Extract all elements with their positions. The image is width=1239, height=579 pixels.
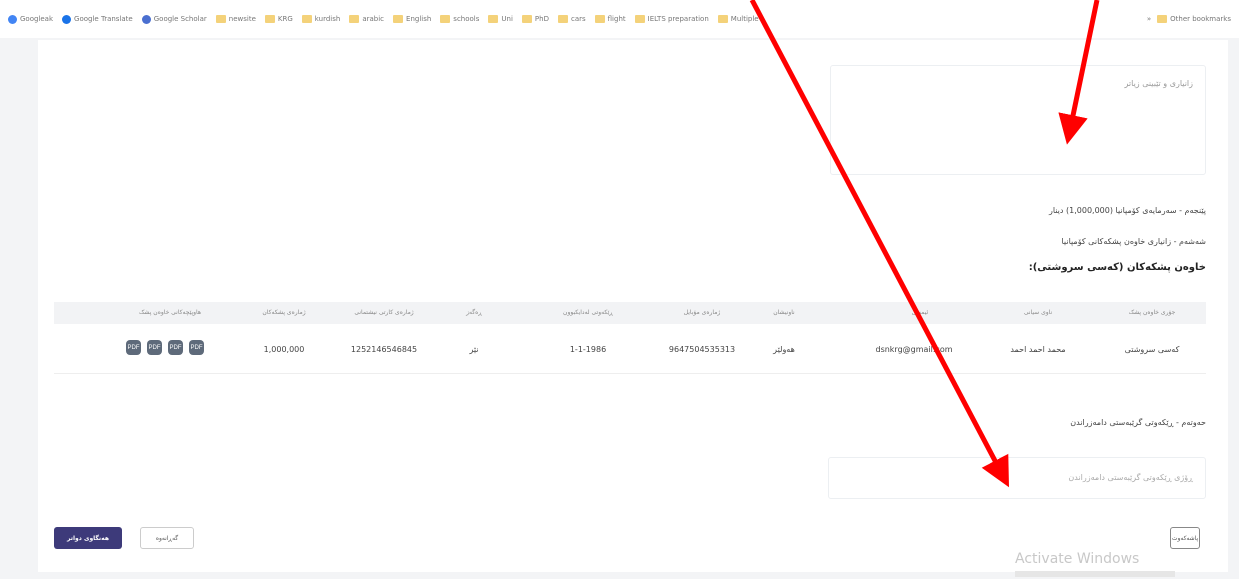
col-header: ئیمەیڵ [911, 309, 929, 316]
bookmark-13[interactable]: IELTS preparation [634, 15, 709, 23]
cell-type: کەسی سروشتی [1124, 345, 1180, 354]
folder-icon [1157, 15, 1168, 23]
watermark-subtext [1015, 571, 1175, 577]
founding-date-input[interactable]: ڕۆژی ڕێکەوتی گرێبەستی دامەزراندن [828, 457, 1206, 499]
cell-birthdate: 1-1-1986 [569, 345, 607, 354]
cell-name: محمد احمد احمد [1010, 345, 1066, 354]
table-header: جۆری خاوەن پشک ناوی سیانی ئیمەیڵ ناونیشا… [54, 302, 1206, 324]
col-header: ڕەگەز [466, 309, 482, 316]
folder-icon [301, 15, 312, 23]
cell-address: هەولێر [773, 345, 795, 354]
bookmark-0[interactable]: Googleak [8, 14, 53, 24]
folder-icon [349, 15, 360, 23]
col-header: ژمارەی کارتی نیشتمانی [354, 309, 414, 316]
row-divider [54, 373, 1206, 374]
cell-national-id: 1252146546845 [350, 345, 418, 354]
folder-icon [594, 15, 605, 23]
col-header: ناوی سیانی [1023, 309, 1053, 316]
bookmark-1[interactable]: Google Translate [62, 14, 133, 24]
scholar-icon [141, 14, 151, 24]
bookmark-4[interactable]: KRG [264, 15, 293, 23]
bookmark-2[interactable]: Google Scholar [141, 14, 207, 24]
folder-icon [521, 15, 532, 23]
cell-mobile: 9647504535313 [668, 345, 736, 354]
attachment-file-button[interactable]: PDF [189, 340, 204, 355]
attachments-actions: PDF PDF PDF PDF [126, 340, 204, 355]
notes-label: زانیاری و تێبینی زیاتر [1124, 79, 1194, 88]
col-header: ناونیشان [773, 309, 795, 316]
activate-windows-watermark: Activate Windows [1015, 551, 1140, 567]
chevron-more-icon[interactable]: » [1147, 15, 1151, 23]
bookmark-other[interactable]: Other bookmarks [1157, 15, 1231, 23]
founding-date-placeholder: ڕۆژی ڕێکەوتی گرێبەستی دامەزراندن [1068, 473, 1193, 482]
bookmark-12[interactable]: flight [594, 15, 626, 23]
next-step-button[interactable]: هەنگاوی دواتر [54, 527, 122, 549]
cell-gender: نێر [469, 345, 479, 354]
shareholders-info-text: شەشەم - زانیاری خاوەن پشکەکانی کۆمپانیا [1061, 237, 1206, 246]
back-button[interactable]: گەڕانەوە [140, 527, 194, 549]
cell-email: dsnkrg@gmail.com [875, 345, 953, 354]
attachment-file-button[interactable]: PDF [147, 340, 162, 355]
attachment-file-button[interactable]: PDF [168, 340, 183, 355]
col-header: ڕێکەوتی لەدایکبوون [563, 309, 613, 316]
folder-icon [634, 15, 645, 23]
bookmark-10[interactable]: PhD [521, 15, 549, 23]
notes-textarea[interactable]: زانیاری و تێبینی زیاتر [830, 65, 1206, 175]
folder-icon [440, 15, 451, 23]
shareholders-table: جۆری خاوەن پشک ناوی سیانی ئیمەیڵ ناونیشا… [54, 302, 1206, 374]
bookmark-11[interactable]: cars [557, 15, 586, 23]
translate-icon [62, 14, 72, 24]
col-header: جۆری خاوەن پشک [1128, 309, 1176, 316]
bookmarks-bar: Googleak Google Translate Google Scholar… [0, 0, 1239, 38]
folder-icon [215, 15, 226, 23]
folder-icon [264, 15, 275, 23]
bookmark-7[interactable]: English [393, 15, 431, 23]
shareholders-heading: خاوەن پشکەکان (کەسی سروشتی): [1028, 262, 1206, 273]
capital-text: پێنجەم - سەرمایەی کۆمپانیا (1,000,000) د… [1048, 206, 1206, 215]
bookmark-8[interactable]: schools [440, 15, 479, 23]
form-card: زانیاری و تێبینی زیاتر پێنجەم - سەرمایەی… [38, 40, 1228, 572]
folder-icon [557, 15, 568, 23]
bookmark-9[interactable]: Uni [488, 15, 513, 23]
folder-icon [717, 15, 728, 23]
bookmark-3[interactable]: newsite [215, 15, 256, 23]
folder-icon [393, 15, 404, 23]
cell-shares: 1,000,000 [263, 345, 305, 354]
google-icon [8, 14, 17, 24]
col-header: ژمارەی مۆبایل [683, 309, 721, 316]
col-header: ژمارەی پشکەکان [262, 309, 306, 316]
attachment-file-button[interactable]: PDF [126, 340, 141, 355]
save-button[interactable]: پاشەکەوت [1170, 527, 1200, 549]
col-header: هاوپێچەکانی خاوەن پشک [138, 309, 202, 316]
bookmark-6[interactable]: arabic [349, 15, 384, 23]
bookmark-5[interactable]: kurdish [301, 15, 340, 23]
bookmark-14[interactable]: Multiple [717, 15, 759, 23]
founding-date-text: حەوتەم - ڕێکەوتی گرێبەستی دامەزراندن [1070, 418, 1206, 427]
folder-icon [488, 15, 499, 23]
